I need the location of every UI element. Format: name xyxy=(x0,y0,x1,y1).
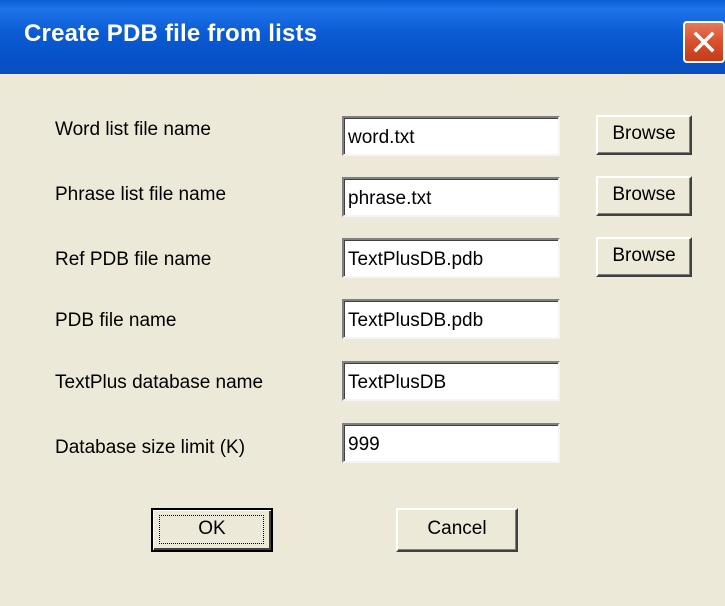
phrase-list-input[interactable]: phrase.txt xyxy=(342,177,560,217)
word-list-input[interactable]: word.txt xyxy=(342,116,560,156)
focus-rectangle xyxy=(159,515,264,544)
word-list-label: Word list file name xyxy=(55,119,211,140)
database-name-input[interactable]: TextPlusDB xyxy=(342,361,560,401)
pdb-file-input[interactable]: TextPlusDB.pdb xyxy=(342,299,560,339)
title-bar[interactable]: Create PDB file from lists xyxy=(0,0,725,74)
pdb-file-label: PDB file name xyxy=(55,310,177,331)
create-pdb-dialog: Create PDB file from lists Word list fil… xyxy=(0,0,725,606)
size-limit-input[interactable]: 999 xyxy=(342,423,560,463)
ref-pdb-label: Ref PDB file name xyxy=(55,249,212,270)
phrase-list-label: Phrase list file name xyxy=(55,184,227,205)
phrase-list-browse-button[interactable]: Browse xyxy=(596,176,692,216)
ref-pdb-browse-button[interactable]: Browse xyxy=(596,237,692,277)
database-name-label: TextPlus database name xyxy=(55,372,264,393)
word-list-browse-button[interactable]: Browse xyxy=(596,115,692,155)
ok-button[interactable]: OK xyxy=(151,508,273,552)
close-button[interactable] xyxy=(683,21,725,63)
window-title: Create PDB file from lists xyxy=(24,20,318,47)
ref-pdb-input[interactable]: TextPlusDB.pdb xyxy=(342,238,560,278)
size-limit-label: Database size limit (K) xyxy=(55,437,246,458)
cancel-button[interactable]: Cancel xyxy=(396,508,518,552)
close-icon xyxy=(693,31,715,53)
